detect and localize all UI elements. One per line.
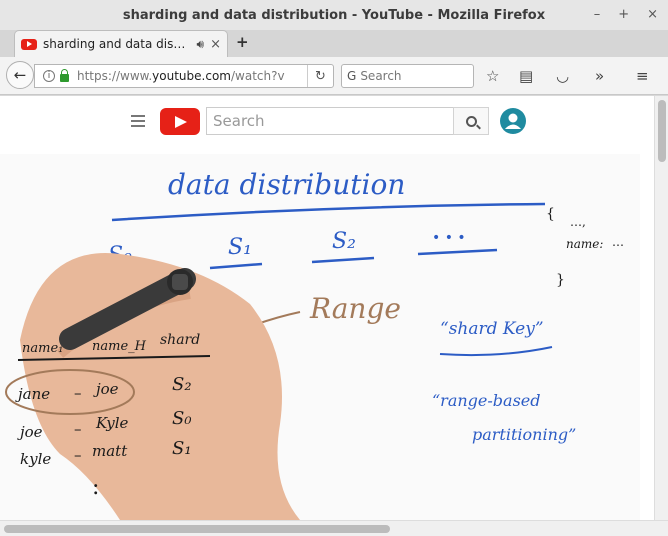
browser-search-placeholder: Search [360, 69, 402, 83]
video-player[interactable]: data distribution S₀ S₁ S₂ • • • { …, na… [0, 154, 640, 520]
row-kyle-shard: S₁ [172, 438, 192, 459]
window-controls: – + × [594, 7, 658, 22]
json-close-brace: } [556, 272, 565, 288]
avatar[interactable] [500, 108, 526, 134]
horizontal-scroll-thumb[interactable] [4, 525, 390, 533]
lock-icon [60, 68, 69, 82]
vertical-scrollbar[interactable] [654, 96, 668, 520]
shard-label-s2: S₂ [332, 229, 356, 254]
row-joe-to: Kyle [95, 414, 129, 432]
row-joe-from: joe [17, 423, 43, 441]
partitioning-line-1: “range-based [432, 391, 541, 410]
search-icon [465, 115, 477, 127]
tab-label: sharding and data dis… [43, 37, 186, 51]
header-shard: shard [160, 332, 200, 348]
minimize-button[interactable]: – [594, 7, 601, 22]
search-engine-icon[interactable]: G [347, 69, 356, 83]
url-bar[interactable]: i https://www.youtube.com/watch?v ↻ [34, 64, 334, 88]
new-tab-button[interactable]: + [236, 33, 249, 51]
guide-menu-icon[interactable] [131, 115, 145, 127]
bookmark-star-icon[interactable]: ☆ [486, 67, 499, 85]
info-icon[interactable]: i [43, 70, 55, 82]
json-open-brace: { [546, 206, 555, 222]
tab-close-button[interactable]: × [210, 37, 221, 52]
header-name-high: name_H [92, 339, 147, 354]
youtube-header: Search [0, 96, 654, 150]
window-title: sharding and data distribution - YouTube… [122, 7, 546, 23]
url-text[interactable]: https://www.youtube.com/watch?v [77, 69, 307, 83]
header-name-low: name₁ [22, 341, 63, 356]
back-button[interactable]: ← [6, 61, 34, 89]
range-label: Range [309, 292, 401, 325]
heading-text: data distribution [168, 168, 405, 201]
row-kyle-from: kyle [20, 450, 51, 468]
horizontal-scrollbar[interactable] [0, 520, 668, 536]
row-jane-from: jane [15, 385, 50, 403]
json-value: … [612, 235, 624, 249]
row-jane-shard: S₂ [172, 374, 192, 395]
reload-button[interactable]: ↻ [307, 65, 333, 87]
close-button[interactable]: × [647, 7, 658, 22]
json-key: name: [566, 237, 603, 251]
youtube-logo[interactable] [160, 108, 200, 135]
hamburger-menu-icon[interactable]: ≡ [636, 67, 649, 85]
youtube-search-input[interactable]: Search [206, 107, 454, 135]
navigation-toolbar: i https://www.youtube.com/watch?v ↻ ← G … [0, 57, 668, 95]
speaker-icon[interactable]: 🔊︎ [197, 37, 205, 52]
svg-text:–: – [74, 384, 82, 402]
row-jane-to: joe [93, 380, 119, 398]
youtube-favicon-icon [21, 38, 37, 50]
whiteboard-drawing: data distribution S₀ S₁ S₂ • • • { …, na… [5, 168, 624, 520]
maximize-button[interactable]: + [618, 7, 629, 22]
heading-underline [111, 202, 546, 222]
tab-strip: sharding and data dis… 🔊︎ × + [0, 30, 668, 57]
partitioning-line-2: partitioning” [472, 425, 576, 444]
svg-text:–: – [74, 446, 82, 464]
vertical-scroll-thumb[interactable] [658, 100, 666, 162]
json-dots: …, [570, 215, 586, 229]
page-viewport: Search data distribution S₀ S₁ S₂ • • • … [0, 96, 654, 520]
window-titlebar: sharding and data distribution - YouTube… [0, 0, 668, 30]
row-kyle-to: matt [92, 442, 128, 460]
rows-ellipsis: : [92, 475, 99, 500]
shard-label-more: • • • [432, 230, 466, 246]
youtube-search-button[interactable] [453, 107, 489, 135]
pocket-icon[interactable]: ◡ [556, 67, 569, 85]
shard-label-s1: S₁ [228, 235, 252, 260]
library-icon[interactable]: ▤ [519, 67, 533, 85]
svg-text:–: – [74, 420, 82, 438]
shard-key-label: “shard Key” [440, 319, 544, 339]
overflow-menu-icon[interactable]: » [595, 67, 604, 85]
row-joe-shard: S₀ [172, 408, 192, 429]
browser-search-box[interactable]: G Search [341, 64, 474, 88]
browser-tab[interactable]: sharding and data dis… 🔊︎ × [14, 30, 228, 57]
